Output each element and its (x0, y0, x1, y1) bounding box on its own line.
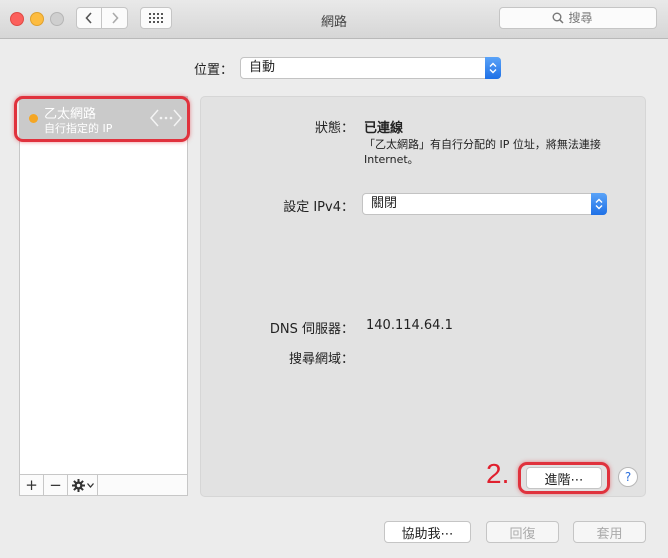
search-field[interactable] (499, 7, 657, 29)
chevron-down-icon (86, 482, 94, 488)
location-popup-arrows (485, 57, 501, 79)
search-input[interactable] (568, 11, 605, 25)
help-button[interactable]: ? (618, 467, 638, 487)
ipv4-popup[interactable]: 關閉 (362, 193, 607, 215)
search-domain-label: 搜尋網域： (288, 352, 354, 367)
assist-me-button[interactable]: 協助我⋯ (384, 521, 471, 543)
service-list: 乙太網路 自行指定的 IP (19, 96, 188, 475)
location-value: 自動 (249, 60, 276, 75)
search-icon (552, 12, 564, 24)
status-label: 狀態： (314, 121, 354, 136)
dns-value: 140.114.64.1 (366, 318, 453, 333)
annotation-number-2: 2. (486, 458, 510, 489)
dns-label: DNS 伺服器： (269, 322, 354, 337)
action-menu-button[interactable] (68, 475, 98, 495)
revert-button[interactable]: 回復 (486, 521, 559, 543)
title-bar: 網路 (0, 0, 668, 39)
chevron-up-down-icon (595, 198, 603, 210)
remove-service-button[interactable]: − (44, 475, 68, 495)
advanced-button[interactable]: 進階⋯ (526, 467, 602, 489)
location-popup[interactable]: 自動 (240, 57, 501, 79)
annotation-highlight-1 (14, 96, 190, 142)
status-description: 「乙太網路」有自行分配的 IP 位址，將無法連接 Internet。 (364, 138, 601, 166)
location-label: 位置： (194, 63, 234, 78)
add-service-button[interactable]: + (20, 475, 44, 495)
list-toolbar: + − (19, 475, 188, 496)
ipv4-value: 關閉 (371, 196, 398, 211)
ipv4-label: 設定 IPv4： (283, 200, 354, 215)
ipv4-popup-arrows (591, 193, 607, 215)
status-value: 已連線 (364, 121, 404, 136)
apply-button[interactable]: 套用 (573, 521, 646, 543)
gear-icon (71, 478, 85, 492)
chevron-up-down-icon (489, 62, 497, 74)
